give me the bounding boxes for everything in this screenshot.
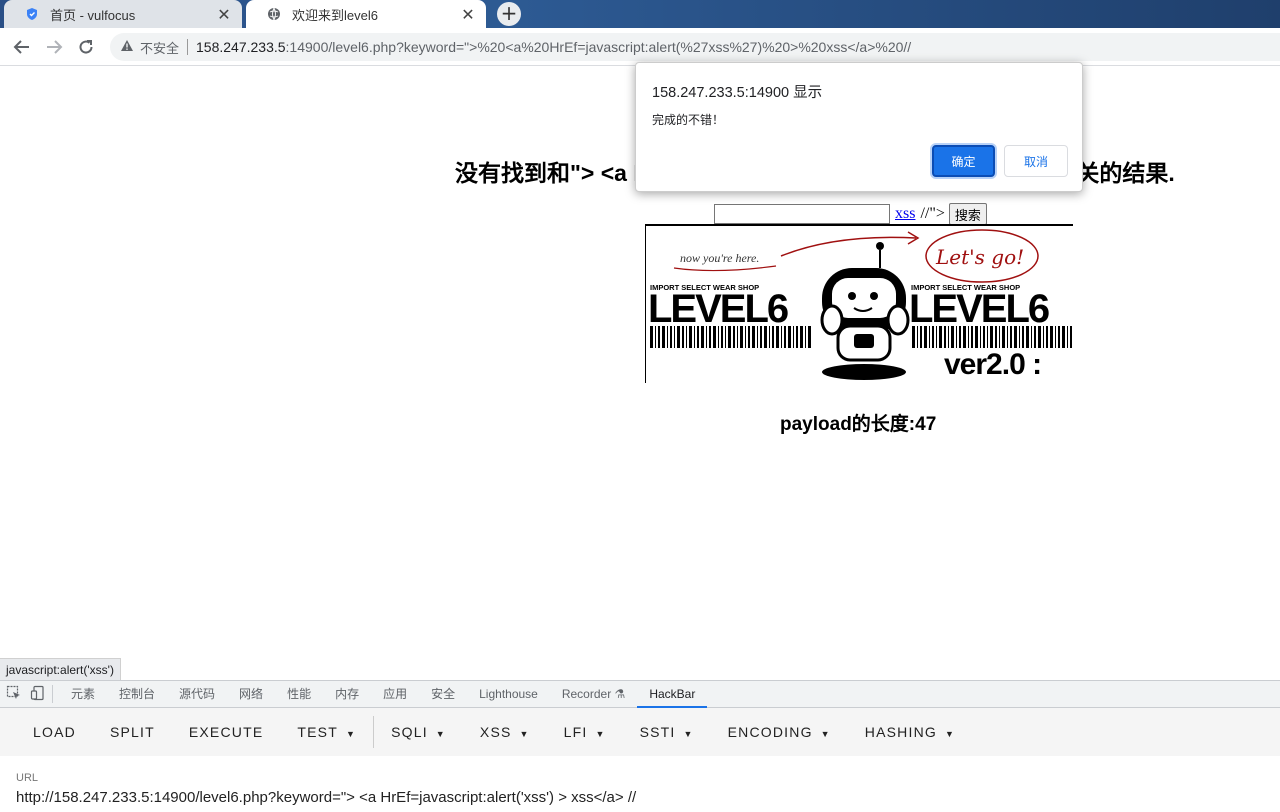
load-button[interactable]: LOAD (16, 708, 93, 756)
level-text-left: LEVEL6 (648, 287, 788, 331)
back-arrow-icon[interactable] (6, 31, 38, 63)
close-icon[interactable]: ✕ (214, 5, 234, 24)
barcode-right (912, 326, 1072, 348)
tab-label: 欢迎来到level6 (292, 7, 378, 23)
banner-note: now you're here. (680, 251, 759, 265)
caret-down-icon: ▼ (595, 729, 606, 739)
shield-icon (24, 6, 40, 22)
menu-label: SQLI (391, 724, 428, 740)
url-path: :14900/level6.php?keyword=">%20<a%20HrEf… (285, 39, 912, 55)
status-bar: javascript:alert('xss') (0, 658, 121, 680)
level-text-right: LEVEL6 (909, 287, 1049, 331)
robot-mascot (820, 242, 910, 380)
url-field-label: URL (16, 772, 39, 784)
menu-label: SSTI (639, 724, 676, 740)
devtools-tab-network[interactable]: 网络 (227, 680, 275, 708)
tab-level6[interactable]: 欢迎来到level6 ✕ (246, 0, 486, 28)
devtools-tab-performance[interactable]: 性能 (275, 680, 323, 708)
security-label[interactable]: 不安全 (140, 38, 179, 57)
warning-icon[interactable] (120, 39, 134, 55)
new-tab-button[interactable]: + (497, 2, 521, 26)
devtools-tabbar: 元素 控制台 源代码 网络 性能 内存 应用 安全 Lighthouse Rec… (0, 680, 1280, 708)
device-toggle-icon[interactable] (30, 685, 46, 704)
inspect-element-icon[interactable] (6, 685, 22, 704)
xss-link[interactable]: xss (895, 205, 915, 223)
url-host: 158.247.233.5 (196, 39, 286, 55)
devtools-tab-sources[interactable]: 源代码 (167, 680, 227, 708)
sqli-menu[interactable]: SQLI ▼ (374, 708, 463, 756)
caret-down-icon: ▼ (683, 729, 694, 739)
devtools-tab-lighthouse[interactable]: Lighthouse (467, 680, 550, 708)
caret-down-icon: ▼ (944, 729, 956, 739)
payload-length: payload的长度:47 (780, 414, 937, 435)
close-icon[interactable]: ✕ (458, 5, 478, 24)
hackbar-toolbar: LOAD SPLIT EXECUTE TEST ▼ SQLI ▼ XSS ▼ LFI ▼… (0, 708, 1280, 756)
search-input[interactable] (714, 204, 890, 224)
version-text: ver2.0 : (944, 348, 1041, 381)
search-row: xss //"> 搜索 (714, 203, 987, 225)
lfi-menu[interactable]: LFI ▼ (547, 708, 623, 756)
devtools-tab-application[interactable]: 应用 (371, 680, 419, 708)
level6-banner: now you're here. Let's go! IMPORT SELECT… (645, 224, 1073, 383)
forward-arrow-icon[interactable] (38, 31, 70, 63)
recorder-label: Recorder (561, 687, 612, 701)
divider (187, 39, 189, 55)
xss-menu[interactable]: XSS ▼ (463, 708, 547, 756)
ok-button[interactable]: 确定 (932, 145, 995, 177)
caret-down-icon: ▼ (820, 729, 831, 739)
menu-label: ENCODING (727, 724, 813, 740)
injected-text: //"> (920, 205, 945, 222)
dialog-message: 完成的不错！ (652, 113, 725, 127)
devtools-tab-elements[interactable]: 元素 (59, 680, 107, 708)
caret-down-icon: ▼ (435, 729, 446, 739)
hashing-menu[interactable]: HASHING ▼ (848, 708, 972, 756)
devtools-tab-recorder[interactable]: Recorder ⚗ (550, 680, 637, 708)
split-button[interactable]: SPLIT (93, 708, 172, 756)
test-menu[interactable]: TEST ▼ (280, 708, 373, 756)
lets-go-text: Let's go! (935, 245, 1024, 269)
execute-button[interactable]: EXECUTE (172, 708, 281, 756)
encoding-menu[interactable]: ENCODING ▼ (711, 708, 848, 756)
flask-icon: ⚗ (614, 687, 626, 701)
url-field-value[interactable]: http://158.247.233.5:14900/level6.php?ke… (16, 789, 636, 806)
devtools-tab-console[interactable]: 控制台 (107, 680, 167, 708)
caret-down-icon: ▼ (345, 729, 357, 739)
devtools-tab-memory[interactable]: 内存 (323, 680, 371, 708)
tab-strip: 首页 - vulfocus ✕ 欢迎来到level6 ✕ + (0, 0, 1280, 28)
reload-icon[interactable] (70, 31, 102, 63)
tab-label: 首页 - vulfocus (50, 7, 136, 23)
menu-label: HASHING (864, 724, 937, 740)
ssti-menu[interactable]: SSTI ▼ (623, 708, 711, 756)
caret-down-icon: ▼ (519, 729, 530, 739)
browser-toolbar: 不安全 158.247.233.5:14900/level6.php?keywo… (0, 28, 1280, 66)
menu-label: XSS (479, 724, 512, 740)
menu-label: TEST (297, 724, 338, 740)
alert-dialog: 158.247.233.5:14900 显示 完成的不错！ 确定 取消 (635, 62, 1083, 192)
menu-label: LFI (563, 724, 588, 740)
tab-vulfocus[interactable]: 首页 - vulfocus ✕ (4, 0, 242, 28)
dialog-title: 158.247.233.5:14900 显示 (652, 85, 823, 101)
devtools-tab-hackbar[interactable]: HackBar (637, 680, 708, 708)
globe-icon (266, 6, 282, 22)
address-bar[interactable]: 不安全 158.247.233.5:14900/level6.php?keywo… (110, 33, 1280, 61)
search-button[interactable]: 搜索 (948, 203, 987, 225)
hackbar-url-field[interactable]: URL http://158.247.233.5:14900/level6.ph… (0, 756, 1280, 812)
devtools-tool-icons (0, 685, 53, 703)
banner-graphic: now you're here. Let's go! IMPORT SELECT… (648, 229, 1072, 381)
cancel-button[interactable]: 取消 (1004, 145, 1068, 177)
devtools-tab-security[interactable]: 安全 (419, 680, 467, 708)
